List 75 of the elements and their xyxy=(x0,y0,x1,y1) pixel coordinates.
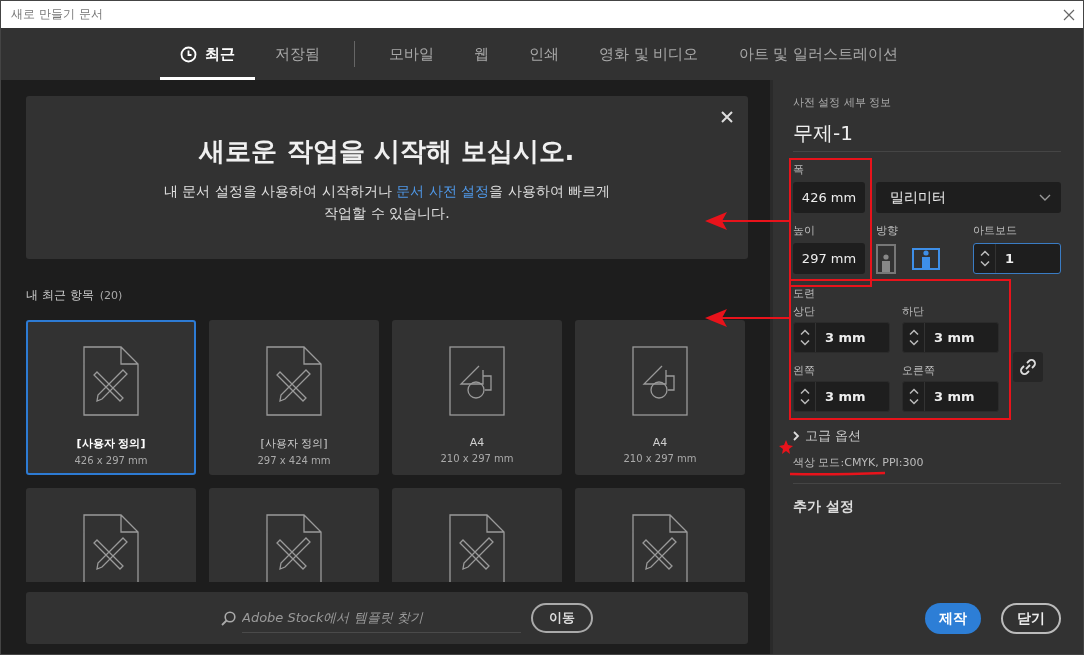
height-field[interactable]: 297 mm xyxy=(793,243,865,274)
card-title: [사용자 정의] xyxy=(76,436,146,451)
tab[interactable]: 인쇄 xyxy=(508,28,579,80)
document-card[interactable]: [사용자 정의] 297 x 424 mm xyxy=(209,320,379,475)
window-title: 새로 만들기 문서 xyxy=(11,6,103,23)
document-card[interactable]: [사용자 정의] 426 x 297 mm xyxy=(26,320,196,475)
welcome-heading: 새로운 작업을 시작해 보십시오. xyxy=(199,135,575,168)
search-icon xyxy=(221,610,236,626)
bleed-stepper[interactable]: 3 mm xyxy=(902,322,999,353)
card-title: A4 xyxy=(652,436,668,449)
color-mode-text: 색상 모드:CMYK, PPI:300 xyxy=(793,455,924,470)
card-title: [사용자 정의] xyxy=(260,436,328,451)
ruler-pencil-document-icon xyxy=(266,514,322,582)
ruler-pencil-document-icon xyxy=(83,346,139,416)
card-size: 297 x 424 mm xyxy=(257,455,331,466)
panel-heading: 사전 설정 세부 정보 xyxy=(793,95,893,110)
chevron-right-icon xyxy=(793,431,800,441)
item-count: (20) xyxy=(99,289,123,302)
card-title: A4 xyxy=(469,436,485,449)
tab[interactable]: 웹 xyxy=(453,28,509,80)
create-button[interactable]: 제작 xyxy=(925,603,981,634)
document-card[interactable]: A4 210 x 297 mm xyxy=(575,320,745,475)
close-button[interactable]: 닫기 xyxy=(1001,603,1061,634)
ruler-pencil-document-icon xyxy=(266,346,322,416)
artboard-stepper[interactable]: 1 xyxy=(973,243,1061,274)
up-down-arrows-icon[interactable] xyxy=(979,244,996,273)
width-field[interactable]: 426 mm xyxy=(793,182,865,213)
document-name[interactable]: 무제-1 xyxy=(793,110,1061,152)
landscape-orientation-button[interactable] xyxy=(912,247,940,270)
unit-dropdown[interactable]: 밀리미터 xyxy=(876,182,1061,213)
go-button[interactable]: 이동 xyxy=(531,603,593,633)
document-card[interactable]: A4 210 x 297 mm xyxy=(392,320,562,475)
close-icon[interactable] xyxy=(1063,8,1075,21)
field-label: 폭 xyxy=(793,162,805,177)
tab[interactable]: 영화 및 비디오 xyxy=(578,28,719,80)
up-down-arrows-icon[interactable] xyxy=(908,382,925,411)
field-label: 높이 xyxy=(793,223,816,238)
field-label: 왼쪽 xyxy=(793,363,816,378)
welcome-text: 내 문서 설정을 사용하여 시작하거나 문서 사전 설정 을 사용하여 빠르게 작업할 수 있습니다. xyxy=(162,182,612,223)
shapes-document-icon xyxy=(632,346,688,416)
section-title: 내 최근 항목 xyxy=(26,287,94,304)
person-icon xyxy=(921,249,931,268)
search-field[interactable]: Adobe Stock에서 템플릿 찾기 xyxy=(242,603,521,633)
bleed-stepper[interactable]: 3 mm xyxy=(902,381,999,412)
card-size: 210 x 297 mm xyxy=(623,453,697,464)
ruler-pencil-document-icon xyxy=(632,514,688,582)
field-label: 방향 xyxy=(876,223,899,238)
preset-link[interactable]: 문서 사전 설정 xyxy=(396,183,490,199)
card-size: 210 x 297 mm xyxy=(440,453,514,464)
more-settings-heading[interactable]: 추가 설정 xyxy=(793,498,1061,516)
chevron-down-icon xyxy=(1039,193,1051,202)
up-down-arrows-icon[interactable] xyxy=(799,382,816,411)
ruler-pencil-document-icon xyxy=(83,514,139,582)
link-button[interactable] xyxy=(1013,352,1043,382)
clock-icon xyxy=(179,45,197,63)
ruler-pencil-document-icon xyxy=(449,514,505,582)
bleed-stepper[interactable]: 3 mm xyxy=(793,322,890,353)
field-label: 오른쪽 xyxy=(902,363,936,378)
bleed-label: 도련 xyxy=(793,286,816,301)
field-label: 하단 xyxy=(902,304,925,319)
star-mark xyxy=(779,440,793,454)
person-icon xyxy=(881,253,891,272)
field-label: 아트보드 xyxy=(973,223,1018,238)
shapes-document-icon xyxy=(449,346,505,416)
portrait-orientation-button[interactable] xyxy=(876,243,896,274)
bleed-stepper[interactable]: 3 mm xyxy=(793,381,890,412)
field-label: 상단 xyxy=(793,304,816,319)
tab[interactable]: 모바일 xyxy=(368,28,454,80)
up-down-arrows-icon[interactable] xyxy=(908,323,925,352)
card-size: 426 x 297 mm xyxy=(74,455,148,466)
link-icon xyxy=(1020,359,1036,375)
tab[interactable]: 아트 및 일러스트레이션 xyxy=(718,28,919,80)
up-down-arrows-icon[interactable] xyxy=(799,323,816,352)
advanced-options-toggle[interactable]: 고급 옵션 xyxy=(793,427,1061,445)
tab[interactable]: 저장됨 xyxy=(254,28,340,80)
